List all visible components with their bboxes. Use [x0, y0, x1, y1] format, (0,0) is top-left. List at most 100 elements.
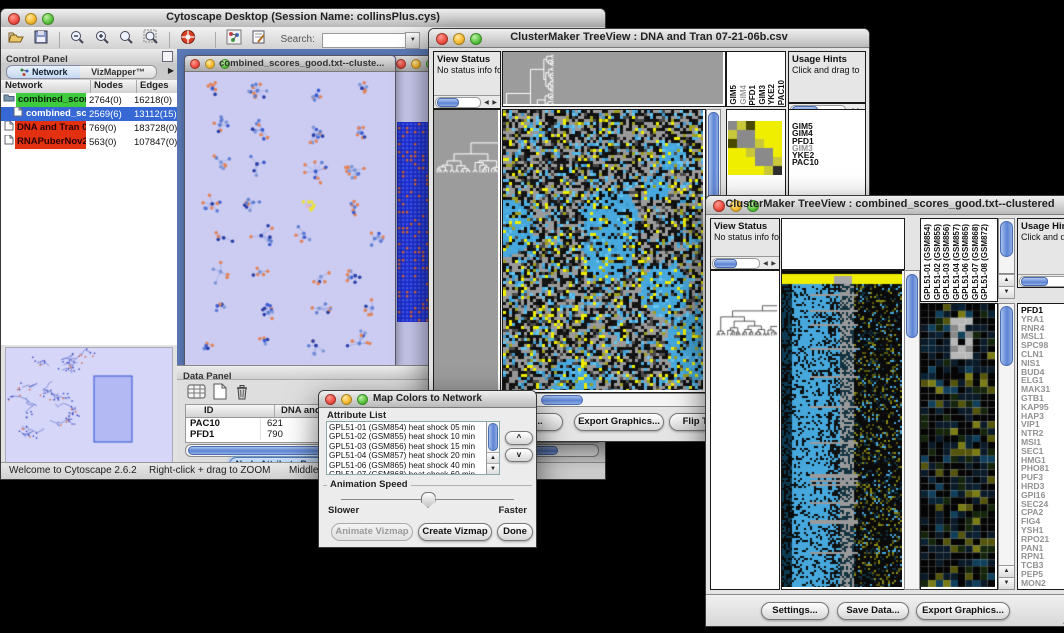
new-attribute-icon[interactable]: [211, 383, 229, 406]
scroll-arrows-icon[interactable]: ◀ ▶: [482, 99, 500, 106]
search-dropdown-arrow-icon[interactable]: ▼: [405, 32, 420, 49]
birdseye-canvas[interactable]: [6, 348, 170, 460]
tv2-gene-list-panel[interactable]: PFD1YRA1RNR4MSL1SPC98CLN1NIS1BUD4ELG1MAK…: [1017, 303, 1064, 590]
close-button[interactable]: [396, 59, 406, 69]
condition-label[interactable]: GPL51-01 (GSM854): [923, 224, 933, 300]
done-button[interactable]: Done: [497, 523, 533, 541]
col-nodes[interactable]: Nodes: [91, 80, 137, 93]
network-canvas[interactable]: [185, 72, 393, 365]
annotation-icon[interactable]: [251, 29, 268, 50]
condition-label[interactable]: GIM5: [729, 85, 739, 105]
scroll-down-icon[interactable]: ▼: [999, 577, 1014, 589]
col-edges[interactable]: Edges: [137, 80, 177, 93]
scroll-down-icon[interactable]: ▼: [998, 286, 1015, 299]
open-file-icon[interactable]: [7, 29, 25, 50]
tv2-genelist-vscrollbar[interactable]: ▲ ▼: [998, 303, 1015, 590]
condition-label[interactable]: GPL51-02 (GSM855): [933, 224, 943, 300]
tv2-row-dendrogram[interactable]: [710, 270, 780, 590]
speed-slider-thumb[interactable]: [421, 492, 436, 508]
scrollbar-thumb[interactable]: [541, 395, 583, 405]
tv2-zoom-heatmap[interactable]: [920, 303, 998, 590]
minimize-button[interactable]: [205, 59, 215, 69]
tab-overflow-arrow-icon[interactable]: ▶: [168, 66, 174, 75]
move-down-button[interactable]: v: [505, 448, 533, 462]
select-attributes-icon[interactable]: [187, 383, 207, 406]
tv2-column-dendrogram[interactable]: [781, 218, 905, 270]
view-status-scrollbar[interactable]: ◀ ▶: [434, 95, 500, 108]
network-tree-row[interactable]: combined_scores2764(0)16218(0): [1, 93, 177, 107]
attribute-item[interactable]: GPL51-01 (GSM854) heat shock 05 min: [329, 423, 499, 432]
col-id[interactable]: ID: [186, 405, 275, 417]
float-panel-icon[interactable]: [162, 51, 173, 62]
view-status-scrollbar[interactable]: ◀ ▶: [711, 256, 779, 269]
scroll-arrows-icon[interactable]: ◀ ▶: [761, 260, 779, 267]
scrollbar-thumb[interactable]: [1000, 306, 1013, 366]
condition-label[interactable]: GPL51-07 (GSM868): [971, 224, 981, 300]
search-input[interactable]: [322, 33, 405, 48]
save-icon[interactable]: [33, 29, 49, 50]
network-tree-row[interactable]: RNAPuberNov2+563(0)107847(0): [1, 135, 177, 149]
condition-label[interactable]: GPL51-04 (GSM857): [952, 224, 962, 300]
zoom-out-icon[interactable]: [69, 29, 86, 50]
help-lifebuoy-icon[interactable]: [180, 29, 197, 50]
attribute-item[interactable]: GPL51-02 (GSM855) heat shock 10 min: [329, 432, 499, 441]
export-graphics-button[interactable]: Export Graphics...: [916, 602, 1010, 620]
search-combobox[interactable]: ▼: [322, 30, 420, 49]
tv1-row-dendrogram[interactable]: [433, 109, 501, 393]
scroll-down-icon[interactable]: ▼: [487, 463, 499, 474]
scrollbar-thumb[interactable]: [906, 274, 918, 338]
plugin-manager-icon[interactable]: [226, 29, 243, 50]
minimize-button[interactable]: [411, 59, 421, 69]
attribute-item[interactable]: GPL51-04 (GSM857) heat shock 20 min: [329, 451, 499, 460]
network-window-titlebar[interactable]: combined_scores_good.txt--cluste...: [185, 56, 395, 72]
tv2-heatmap[interactable]: [781, 270, 905, 590]
condition-label[interactable]: GPL51-06 (GSM865): [961, 224, 971, 300]
dialog-titlebar[interactable]: Map Colors to Network: [319, 391, 536, 408]
col-network[interactable]: Network: [1, 80, 91, 93]
tv1-column-dendrogram[interactable]: [502, 51, 726, 107]
grid-network-canvas[interactable]: [397, 122, 431, 322]
tv2-condition-labels-panel[interactable]: GPL51-01 (GSM854)GPL51-02 (GSM855)GPL51-…: [920, 218, 998, 302]
condition-label[interactable]: GPL51-08 (GSM872): [980, 224, 990, 300]
scroll-up-icon[interactable]: ▲: [487, 452, 499, 463]
move-up-button[interactable]: ^: [505, 431, 533, 445]
create-vizmap-button[interactable]: Create Vizmap: [418, 523, 492, 541]
attribute-item[interactable]: GPL51-07 (GSM868) heat shock 60 min: [329, 470, 499, 475]
tab-vizmapper[interactable]: VizMapper™: [80, 65, 157, 79]
gene-label[interactable]: PAC10: [792, 159, 865, 166]
delete-attribute-trash-icon[interactable]: [233, 383, 251, 406]
settings-button[interactable]: Settings...: [761, 602, 829, 620]
tv2-labels-vscrollbar[interactable]: [998, 218, 1015, 274]
condition-label[interactable]: PAC10: [777, 80, 786, 105]
attribute-item[interactable]: GPL51-03 (GSM856) heat shock 15 min: [329, 442, 499, 451]
birdseye-view[interactable]: [5, 347, 173, 463]
scrollbar-thumb[interactable]: [1000, 221, 1013, 257]
zoom-fit-icon[interactable]: [143, 29, 160, 50]
treeview1-titlebar[interactable]: ClusterMaker TreeView : DNA and Tran 07-…: [429, 29, 869, 48]
attribute-list-vscrollbar[interactable]: ▲ ▼: [486, 422, 499, 474]
tv1-heatmap[interactable]: [502, 109, 706, 393]
tv1-column-labels-panel[interactable]: GIM5GIM4PFD1GIM3YKE2PAC10: [726, 51, 786, 107]
zoom-in-icon[interactable]: [94, 29, 111, 50]
scroll-up-icon[interactable]: ▲: [999, 565, 1014, 577]
treeview2-titlebar[interactable]: ClusterMaker TreeView : combined_scores_…: [706, 196, 1064, 215]
tv2-heatmap-vscrollbar[interactable]: [904, 270, 920, 590]
usage-hints-scrollbar[interactable]: ◀ ▶: [1018, 274, 1064, 287]
gene-label[interactable]: MON2: [1021, 579, 1064, 588]
close-button[interactable]: [190, 59, 200, 69]
condition-label[interactable]: YKE2: [767, 84, 777, 105]
condition-label[interactable]: GIM3: [758, 85, 768, 105]
network-tree-row[interactable]: DNA and Tran 07769(0)183728(0): [1, 121, 177, 135]
zoom-selected-icon[interactable]: [118, 29, 135, 50]
main-titlebar[interactable]: Cytoscape Desktop (Session Name: collins…: [1, 9, 605, 28]
attribute-item[interactable]: GPL51-06 (GSM865) heat shock 40 min: [329, 461, 499, 470]
scrollbar-thumb[interactable]: [488, 423, 498, 451]
save-data-button[interactable]: Save Data...: [837, 602, 909, 620]
attribute-listbox[interactable]: GPL51-01 (GSM854) heat shock 05 minGPL51…: [326, 421, 500, 475]
animate-vizmap-button[interactable]: Animate Vizmap: [331, 523, 413, 541]
tab-network[interactable]: Network: [6, 65, 82, 79]
condition-label[interactable]: PFD1: [748, 85, 758, 105]
condition-label[interactable]: GPL51-03 (GSM856): [942, 224, 952, 300]
export-graphics-button[interactable]: Export Graphics...: [574, 413, 664, 431]
network-tree-row[interactable]: combined_sco2569(6)13112(15): [1, 107, 177, 121]
